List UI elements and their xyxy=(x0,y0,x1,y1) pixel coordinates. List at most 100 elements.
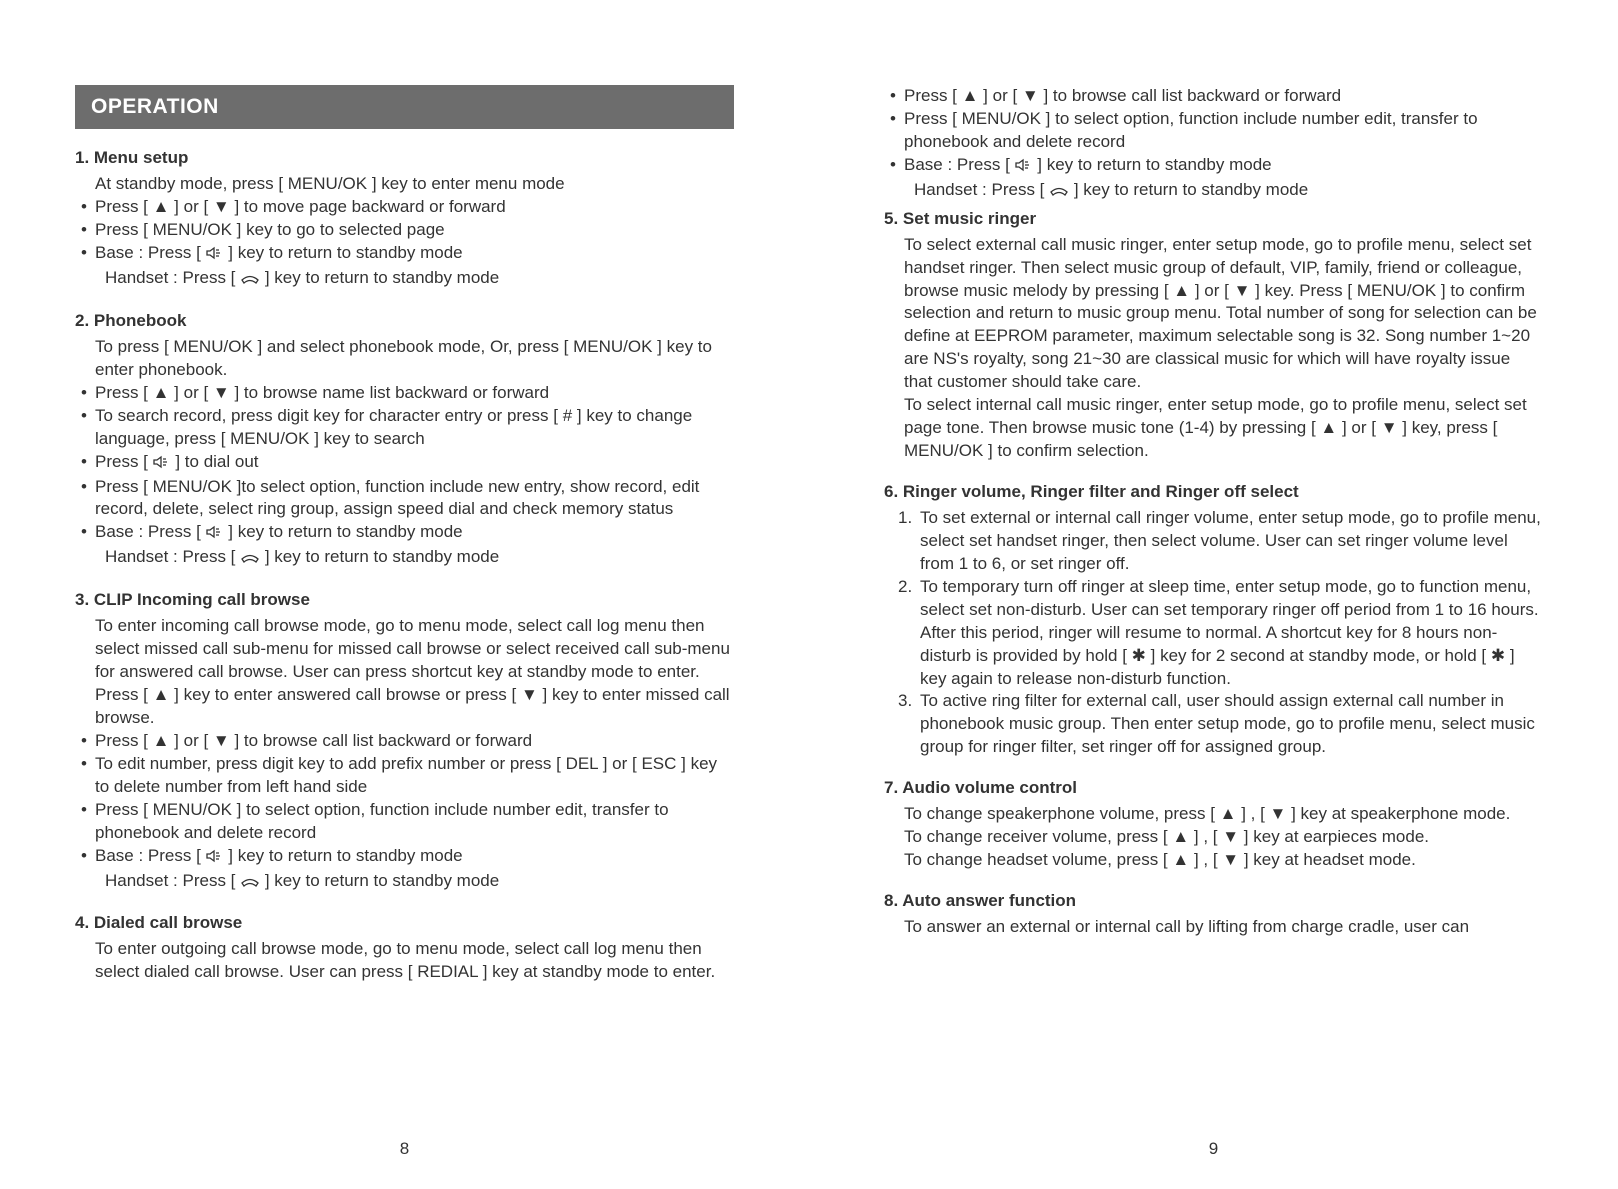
section-5-p2: To select internal call music ringer, en… xyxy=(884,394,1543,463)
s1-bullet-1: Press [ ▲ ] or [ ▼ ] to move page backwa… xyxy=(75,196,734,219)
s8-p1: To answer an external or internal call b… xyxy=(884,916,1543,939)
text: Handset : Press [ xyxy=(914,180,1049,199)
down-icon: ▼ xyxy=(1022,86,1039,105)
text: ] to move page backward or forward xyxy=(230,197,506,216)
hangup-icon xyxy=(240,548,260,571)
s6-item-2: 2. To temporary turn off ringer at sleep… xyxy=(884,576,1543,691)
hash-icon: # xyxy=(563,406,572,425)
s2-bullet-1: Press [ ▲ ] or [ ▼ ] to browse name list… xyxy=(75,382,734,405)
page-right: Press [ ▲ ] or [ ▼ ] to browse call list… xyxy=(809,0,1618,1189)
speaker-icon xyxy=(206,244,224,267)
text: ] key to return to standby mode xyxy=(260,268,499,287)
speaker-icon xyxy=(153,453,171,476)
section-7-title: 7. Audio volume control xyxy=(884,777,1543,800)
page-number-left: 8 xyxy=(400,1138,409,1161)
section-5-title: 5. Set music ringer xyxy=(884,208,1543,231)
text: ] to browse call list backward or forwar… xyxy=(1039,86,1341,105)
speaker-icon xyxy=(206,523,224,546)
section-1-intro: At standby mode, press [ MENU/OK ] key t… xyxy=(75,173,734,196)
speaker-icon xyxy=(206,847,224,870)
text: ] key to return to standby mode xyxy=(224,243,463,262)
text: ] key to return to standby mode xyxy=(260,547,499,566)
top-bullet-1: Press [ ▲ ] or [ ▼ ] to browse call list… xyxy=(884,85,1543,108)
num-label: 2. xyxy=(898,576,912,599)
up-icon: ▲ xyxy=(153,197,170,216)
down-icon: ▼ xyxy=(1381,418,1398,437)
s2-bullet-2: To search record, press digit key for ch… xyxy=(75,405,734,451)
section-4-title: 4. Dialed call browse xyxy=(75,912,734,935)
text: Handset : Press [ xyxy=(105,268,240,287)
up-icon: ▲ xyxy=(153,685,170,704)
text: To change receiver volume, press [ xyxy=(904,827,1172,846)
section-2-intro: To press [ MENU/OK ] and select phoneboo… xyxy=(75,336,734,382)
star-icon: ✱ xyxy=(1491,646,1505,665)
text: ] or [ xyxy=(169,731,212,750)
text: ] key to return to standby mode xyxy=(260,871,499,890)
text: To active ring filter for external call,… xyxy=(920,691,1535,756)
text: ] or [ xyxy=(169,197,212,216)
s1-bullet-2: Press [ MENU/OK ] key to go to selected … xyxy=(75,219,734,242)
text: Base : Press [ xyxy=(95,522,206,541)
section-4-intro: To enter outgoing call browse mode, go t… xyxy=(75,938,734,984)
down-icon: ▼ xyxy=(1222,850,1239,869)
s2-bullet-5-sub: Handset : Press [ ] key to return to sta… xyxy=(75,546,734,571)
s3-bullet-1: Press [ ▲ ] or [ ▼ ] to browse call list… xyxy=(75,730,734,753)
section-3-title: 3. CLIP Incoming call browse xyxy=(75,589,734,612)
s1-bullet-3-sub: Handset : Press [ ] key to return to sta… xyxy=(75,267,734,292)
text: ] key at speakerphone mode. xyxy=(1286,804,1510,823)
text: ] or [ xyxy=(978,86,1021,105)
s7-p2: To change receiver volume, press [ ▲ ] ,… xyxy=(884,826,1543,849)
text: To change speakerphone volume, press [ xyxy=(904,804,1220,823)
text: ] to dial out xyxy=(171,452,259,471)
section-6-title: 6. Ringer volume, Ringer filter and Ring… xyxy=(884,481,1543,504)
text: ] or [ xyxy=(169,383,212,402)
top-bullet-3: Base : Press [ ] key to return to standb… xyxy=(884,154,1543,179)
page-left: OPERATION 1. Menu setup At standby mode,… xyxy=(0,0,809,1189)
text: ] key to enter answered call browse or p… xyxy=(169,685,521,704)
text: ] , [ xyxy=(1189,827,1222,846)
text: ] , [ xyxy=(1236,804,1269,823)
down-icon: ▼ xyxy=(213,197,230,216)
hangup-icon xyxy=(240,872,260,895)
text: Handset : Press [ xyxy=(105,547,240,566)
text: Base : Press [ xyxy=(904,155,1015,174)
text: ] key to return to standby mode xyxy=(224,846,463,865)
down-icon: ▼ xyxy=(213,731,230,750)
up-icon: ▲ xyxy=(1320,418,1337,437)
text: To set external or internal call ringer … xyxy=(920,508,1541,573)
star-icon: ✱ xyxy=(1132,646,1146,665)
hangup-icon xyxy=(1049,181,1069,204)
section-5-p1: To select external call music ringer, en… xyxy=(884,234,1543,395)
speaker-icon xyxy=(1015,156,1033,179)
text: To change headset volume, press [ xyxy=(904,850,1172,869)
text: ] to browse call list backward or forwar… xyxy=(230,731,532,750)
num-label: 3. xyxy=(898,690,912,713)
down-icon: ▼ xyxy=(521,685,538,704)
up-icon: ▲ xyxy=(1173,281,1190,300)
text: ] key to return to standby mode xyxy=(224,522,463,541)
text: Base : Press [ xyxy=(95,846,206,865)
text: ] , [ xyxy=(1189,850,1222,869)
s3-bullet-4-sub: Handset : Press [ ] key to return to sta… xyxy=(75,870,734,895)
s3-bullet-4: Base : Press [ ] key to return to standb… xyxy=(75,845,734,870)
down-icon: ▼ xyxy=(1222,827,1239,846)
s1-bullet-3: Base : Press [ ] key to return to standb… xyxy=(75,242,734,267)
text: ] key for 2 second at standby mode, or h… xyxy=(1146,646,1491,665)
text: Press [ xyxy=(95,383,153,402)
up-icon: ▲ xyxy=(1172,850,1189,869)
text: Base : Press [ xyxy=(95,243,206,262)
s6-item-3: 3. To active ring filter for external cal… xyxy=(884,690,1543,759)
text: Press [ xyxy=(95,452,153,471)
up-icon: ▲ xyxy=(1172,827,1189,846)
section-8-title: 8. Auto answer function xyxy=(884,890,1543,913)
s7-p3: To change headset volume, press [ ▲ ] , … xyxy=(884,849,1543,872)
text: ] key at earpieces mode. xyxy=(1239,827,1429,846)
top-bullet-2: Press [ MENU/OK ] to select option, func… xyxy=(884,108,1543,154)
down-icon: ▼ xyxy=(1234,281,1251,300)
operation-header: OPERATION xyxy=(75,85,734,129)
section-3-intro: To enter incoming call browse mode, go t… xyxy=(75,615,734,730)
text: To search record, press digit key for ch… xyxy=(95,406,563,425)
s2-bullet-5: Base : Press [ ] key to return to standb… xyxy=(75,521,734,546)
s6-item-1: 1.To set external or internal call ringe… xyxy=(884,507,1543,576)
up-icon: ▲ xyxy=(962,86,979,105)
